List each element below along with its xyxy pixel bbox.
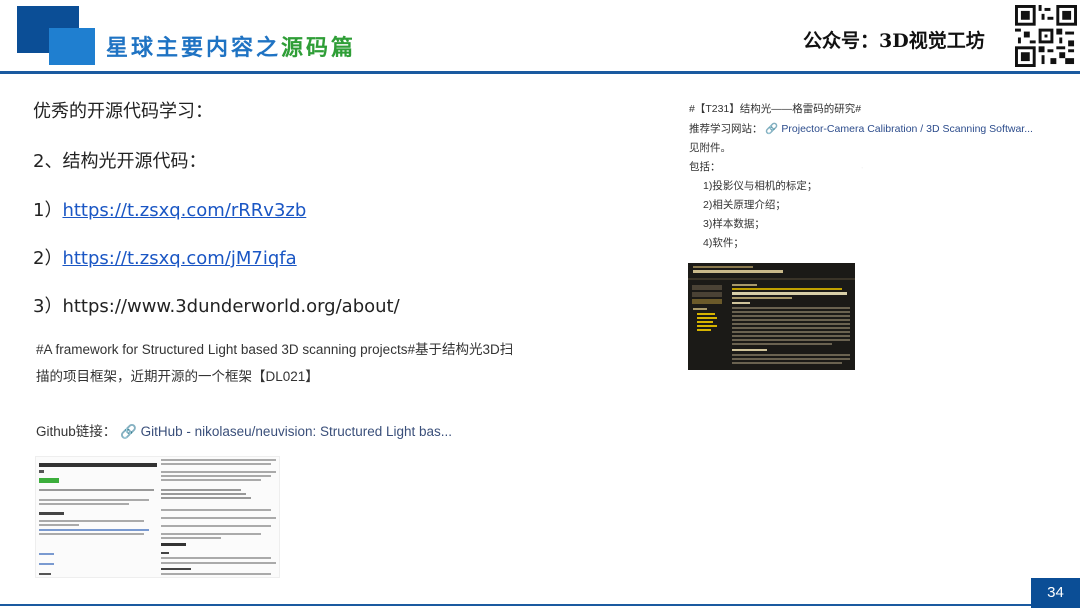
page-title: 星球主要内容之源码篇 <box>106 30 356 62</box>
snippet-line-1: #A framework for Structured Light based … <box>36 342 514 357</box>
page-title-highlight: 源码篇 <box>281 35 357 61</box>
qr-code-icon <box>1015 5 1077 67</box>
attach-line: 见附件。 <box>689 142 731 154</box>
page-title-main: 星球主要内容之 <box>106 35 282 61</box>
include-item-3: 3)样本数据； <box>703 218 765 230</box>
link-number: 1） <box>33 200 63 221</box>
snippet-line-2: 描的项目框架，近期开源的一个框架【DL021】 <box>36 369 319 384</box>
site-row: 推荐学习网站： 🔗 Projector-Camera Calibration /… <box>689 121 1033 136</box>
link-url[interactable]: https://t.zsxq.com/jM7iqfa <box>62 248 296 269</box>
topic-line: #【T231】结构光——格雷码的研究# <box>689 103 862 115</box>
account-name: 公众号：3D视觉工坊 <box>803 30 985 52</box>
link-icon: 🔗 <box>120 424 137 439</box>
github-link[interactable]: GitHub - nikolaseu/neuvision: Structured… <box>141 424 452 439</box>
footer-divider <box>0 604 1031 606</box>
github-row: Github链接： 🔗 GitHub - nikolaseu/neuvision… <box>36 420 452 440</box>
github-page-screenshot <box>35 456 280 578</box>
github-label: Github链接： <box>36 424 117 439</box>
site-label: 推荐学习网站： <box>689 123 763 135</box>
link-item-2: 2）https://t.zsxq.com/jM7iqfa <box>33 244 297 270</box>
link-icon: 🔗 <box>765 123 779 135</box>
header-divider <box>0 71 1080 74</box>
link-url-plain: https://www.3dunderworld.org/about/ <box>62 296 400 317</box>
link-item-3: 3）https://www.3dunderworld.org/about/ <box>33 292 400 318</box>
include-line: 包括： <box>689 161 721 173</box>
include-item-4: 4)软件； <box>703 237 744 249</box>
link-url[interactable]: https://t.zsxq.com/rRRv3zb <box>62 200 306 221</box>
site-link[interactable]: Projector-Camera Calibration / 3D Scanni… <box>781 123 1033 135</box>
link-item-1: 1）https://t.zsxq.com/rRRv3zb <box>33 196 306 222</box>
link-number: 2） <box>33 248 63 269</box>
include-item-1: 1)投影仪与相机的标定； <box>703 180 818 192</box>
watermark: · <box>857 159 867 175</box>
github-page-thumbnail <box>36 457 279 577</box>
link-number: 3） <box>33 296 63 317</box>
section-heading: 2、结构光开源代码： <box>33 151 207 172</box>
calibration-site-thumbnail <box>688 263 855 370</box>
include-item-2: 2)相关原理介绍； <box>703 199 786 211</box>
intro-heading: 优秀的开源代码学习： <box>33 101 213 122</box>
page-number: 34 <box>1031 578 1080 608</box>
header-decor-square-light <box>49 28 95 65</box>
calibration-site-screenshot <box>688 263 855 370</box>
